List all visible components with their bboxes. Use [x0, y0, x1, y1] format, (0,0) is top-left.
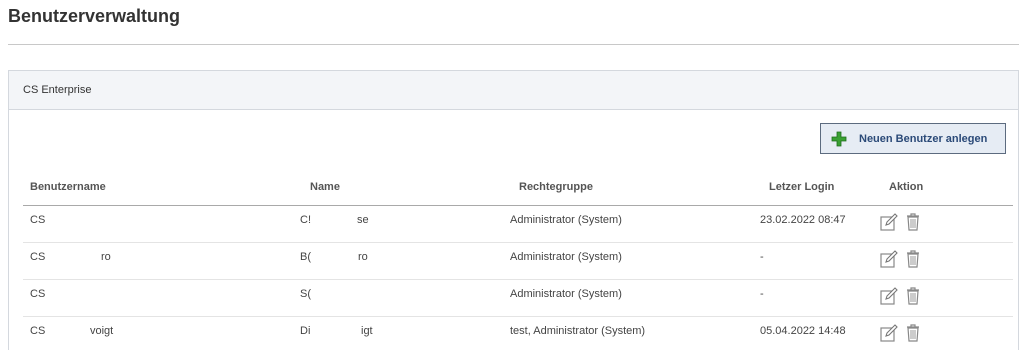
trash-icon[interactable]: [903, 249, 923, 269]
edit-icon[interactable]: [879, 212, 899, 232]
cell-rights-group: Administrator (System): [510, 251, 622, 263]
cell-last-login: 05.04.2022 14:48: [760, 325, 846, 337]
plus-icon: [831, 131, 847, 146]
cell-username: CS: [30, 288, 46, 300]
header-rights-group[interactable]: Rechtegruppe: [519, 181, 593, 193]
cell-username: CS: [30, 325, 46, 337]
cell-username-tail: ro: [101, 251, 111, 263]
cell-rights-group: test, Administrator (System): [510, 325, 646, 337]
trash-icon[interactable]: [903, 323, 923, 343]
title-divider: [8, 44, 1019, 45]
cell-username: CS: [30, 251, 46, 263]
header-name[interactable]: Name: [310, 181, 340, 193]
cell-username: CS: [30, 214, 46, 226]
cell-name-tail: se: [357, 214, 369, 226]
cell-rights-group: Administrator (System): [510, 288, 622, 300]
row-actions: [879, 212, 923, 232]
add-user-button[interactable]: Neuen Benutzer anlegen: [820, 123, 1006, 154]
users-panel: CS Enterprise Neuen Benutzer anlegen Ben…: [8, 70, 1019, 350]
table-row[interactable]: CS S( Administrator (System) -: [23, 280, 1013, 317]
row-actions: [879, 249, 923, 269]
page-title: Benutzerverwaltung: [8, 6, 181, 26]
header-username[interactable]: Benutzername: [30, 181, 106, 193]
cell-name-tail: igt: [361, 325, 373, 337]
panel-header: CS Enterprise: [9, 71, 1018, 110]
cell-name: S(: [300, 288, 311, 300]
table-row[interactable]: CS ro B( ro Administrator (System) -: [23, 243, 1013, 280]
cell-username-tail: voigt: [90, 325, 114, 337]
cell-last-login: -: [760, 288, 764, 300]
edit-icon[interactable]: [879, 323, 899, 343]
cell-last-login: 23.02.2022 08:47: [760, 214, 846, 226]
cell-last-login: -: [760, 251, 764, 263]
table-row[interactable]: CS C! se Administrator (System) 23.02.20…: [23, 206, 1013, 243]
header-action: Aktion: [889, 181, 924, 193]
add-user-label: Neuen Benutzer anlegen: [859, 132, 988, 145]
table-row[interactable]: CS voigt Di igt test, Administrator (Sys…: [23, 317, 1013, 350]
cell-name: C!: [300, 214, 311, 226]
header-last-login[interactable]: Letzer Login: [769, 181, 834, 193]
panel-title: CS Enterprise: [23, 84, 92, 96]
cell-name: B(: [300, 251, 311, 263]
row-actions: [879, 323, 923, 343]
cell-rights-group: Administrator (System): [510, 214, 622, 226]
edit-icon[interactable]: [879, 249, 899, 269]
trash-icon[interactable]: [903, 212, 923, 232]
cell-name-tail: ro: [358, 251, 368, 263]
edit-icon[interactable]: [879, 286, 899, 306]
row-actions: [879, 286, 923, 306]
trash-icon[interactable]: [903, 286, 923, 306]
cell-name: Di: [300, 325, 311, 337]
